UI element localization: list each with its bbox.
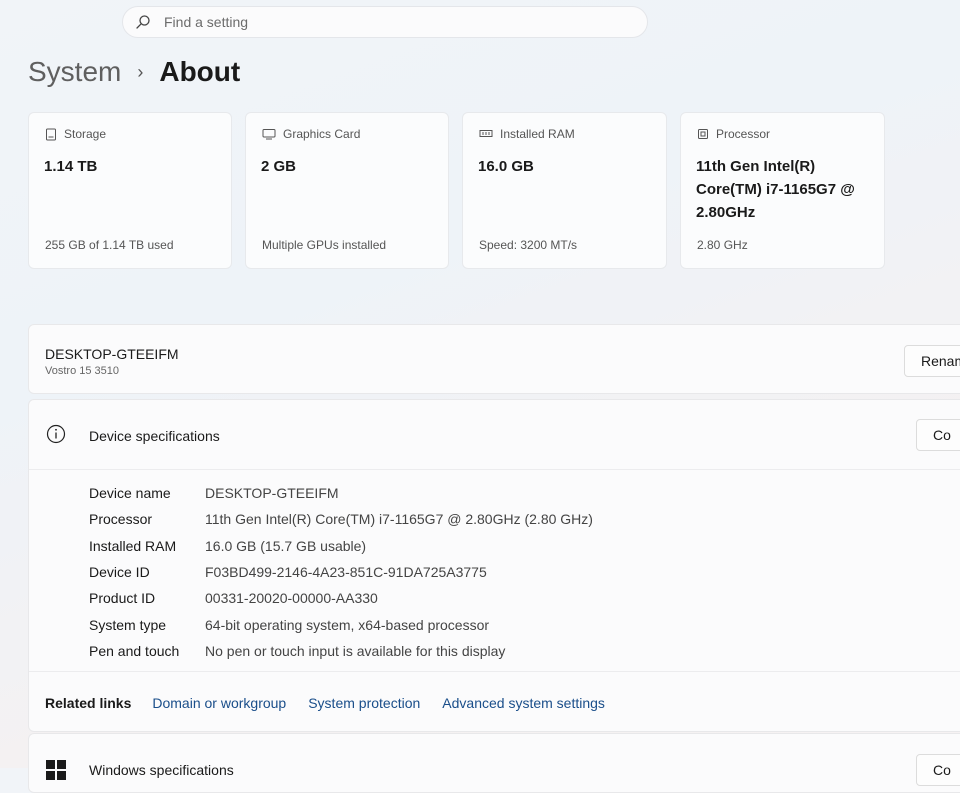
system-protection-link[interactable]: System protection <box>308 695 420 711</box>
installed-ram-value: 16.0 GB <box>478 158 534 175</box>
processor-sub: 2.80 GHz <box>697 238 748 252</box>
windows-specifications-panel[interactable]: Windows specifications Co <box>28 733 960 793</box>
spec-row: Device ID F03BD499-2146-4A23-851C-91DA725… <box>89 559 593 585</box>
breadcrumb-parent[interactable]: System <box>28 56 121 88</box>
installed-ram-sub: Speed: 3200 MT/s <box>479 238 578 252</box>
spec-value: 64-bit operating system, x64-based proce… <box>205 616 490 633</box>
graphics-card-card[interactable]: Graphics Card 2 GB Multiple GPUs install… <box>245 112 449 269</box>
spec-row: Installed RAM 16.0 GB (15.7 GB usable) <box>89 533 593 559</box>
breadcrumb: System › About <box>28 56 240 88</box>
spec-value: 16.0 GB (15.7 GB usable) <box>205 537 367 554</box>
spec-label: Processor <box>89 511 153 528</box>
graphics-card-label: Graphics Card <box>283 127 361 141</box>
graphics-card-value: 2 GB <box>261 158 297 175</box>
spec-value: 11th Gen Intel(R) Core(TM) i7-1165G7 @ 2… <box>205 511 593 528</box>
spec-row: Processor 11th Gen Intel(R) Core(TM) i7-1… <box>89 506 593 532</box>
spec-value: No pen or touch input is available for t… <box>205 642 506 659</box>
device-specifications-panel: Device specifications Co Device name DESK… <box>28 399 960 732</box>
windows-logo-icon <box>46 760 66 780</box>
storage-card[interactable]: Storage 1.14 TB 255 GB of 1.14 TB used <box>28 112 232 269</box>
spec-value: 00331-20020-00000-AA330 <box>205 590 378 607</box>
graphics-card-sub: Multiple GPUs installed <box>262 238 387 252</box>
processor-label: Processor <box>716 127 771 141</box>
device-name: DESKTOP-GTEEIFM <box>45 346 179 362</box>
breadcrumb-separator: › <box>137 61 144 82</box>
spec-row: Product ID 00331-20020-00000-AA330 <box>89 585 593 611</box>
page-title: About <box>159 56 241 87</box>
device-model: Vostro 15 3510 <box>45 365 120 377</box>
processor-value: 11th Gen Intel(R) Core(TM) i7-1165G7 @ 2… <box>696 158 855 221</box>
processor-card[interactable]: Processor 11th Gen Intel(R) Core(TM) i7-… <box>680 112 885 269</box>
spec-value: F03BD499-2146-4A23-851C-91DA725A3775 <box>205 564 487 581</box>
related-links: Related links Domain or workgroup System… <box>29 671 960 733</box>
installed-ram-card[interactable]: Installed RAM 16.0 GB Speed: 3200 MT/s <box>462 112 667 269</box>
copy-button[interactable]: Co <box>916 419 960 451</box>
search-box[interactable] <box>122 6 648 38</box>
spec-row: System type 64-bit operating system, x64-… <box>89 611 593 637</box>
installed-ram-label: Installed RAM <box>500 127 575 141</box>
spec-label: Product ID <box>89 590 156 607</box>
spec-label: Pen and touch <box>89 642 180 659</box>
spec-row: Device name DESKTOP-GTEEIFM <box>89 480 593 506</box>
advanced-system-settings-link[interactable]: Advanced system settings <box>442 695 605 711</box>
device-name-panel: DESKTOP-GTEEIFM Vostro 15 3510 Renam <box>28 324 960 394</box>
device-specifications-header[interactable]: Device specifications Co <box>29 400 960 470</box>
domain-or-workgroup-link[interactable]: Domain or workgroup <box>152 695 286 711</box>
spec-row: Pen and touch No pen or touch input is av… <box>89 638 593 664</box>
specs-list: Device name DESKTOP-GTEEIFM Processor 11th… <box>89 480 593 664</box>
rename-button[interactable]: Renam <box>904 345 960 377</box>
graphics-card-icon <box>262 129 276 140</box>
storage-card-sub: 255 GB of 1.14 TB used <box>45 238 174 252</box>
storage-card-value: 1.14 TB <box>44 158 98 175</box>
info-icon <box>46 424 66 444</box>
search-input[interactable] <box>162 13 606 31</box>
related-links-title: Related links <box>45 694 132 711</box>
processor-icon <box>698 129 708 139</box>
spec-label: Device name <box>89 485 171 502</box>
spec-label: System type <box>89 616 167 633</box>
spec-value: DESKTOP-GTEEIFM <box>205 485 339 502</box>
copy-button[interactable]: Co <box>916 754 960 786</box>
storage-icon <box>46 128 56 140</box>
ram-icon <box>479 130 493 137</box>
device-specifications-title: Device specifications <box>89 428 220 444</box>
windows-specifications-title: Windows specifications <box>89 762 234 778</box>
storage-card-label: Storage <box>64 127 107 141</box>
search-icon <box>136 15 150 29</box>
spec-label: Device ID <box>89 564 150 581</box>
spec-label: Installed RAM <box>89 537 177 554</box>
